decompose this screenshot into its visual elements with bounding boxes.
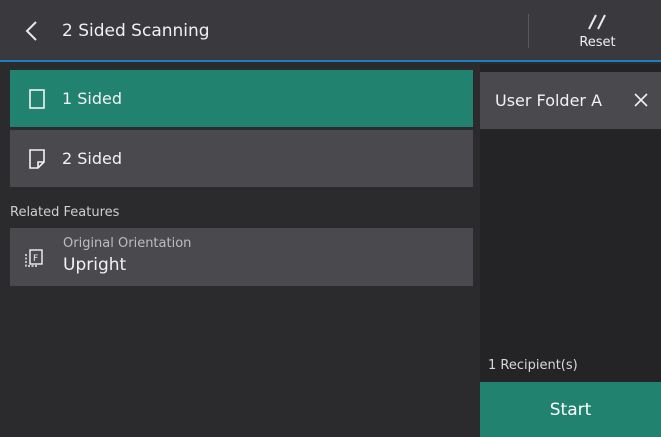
recipient-count: 1 Recipient(s) bbox=[488, 358, 578, 373]
feature-value: Upright bbox=[63, 255, 127, 275]
header-bar: 2 Sided Scanning Reset bbox=[0, 0, 661, 62]
reset-label: Reset bbox=[579, 34, 616, 50]
original-orientation-button[interactable]: F Original Orientation Upright bbox=[10, 228, 473, 286]
page-title: 2 Sided Scanning bbox=[62, 21, 210, 41]
back-button[interactable] bbox=[18, 18, 44, 44]
reset-button[interactable]: Reset bbox=[540, 6, 655, 56]
option-label: 1 Sided bbox=[62, 89, 123, 108]
start-button[interactable]: Start bbox=[480, 382, 661, 437]
double-slash-icon bbox=[587, 14, 606, 29]
page-icon bbox=[26, 88, 48, 110]
recipient-name: User Folder A bbox=[495, 91, 603, 110]
option-1-sided[interactable]: 1 Sided bbox=[10, 70, 473, 127]
option-label: 2 Sided bbox=[62, 149, 123, 168]
orientation-icon: F bbox=[24, 248, 46, 270]
options-panel: 1 Sided 2 Sided Related Features F Origi… bbox=[0, 64, 480, 437]
recipient-item[interactable]: User Folder A bbox=[480, 72, 661, 129]
related-features-heading: Related Features bbox=[10, 205, 120, 220]
feature-title: Original Orientation bbox=[63, 236, 192, 251]
header-divider bbox=[528, 14, 529, 48]
recipients-panel: User Folder A 1 Recipient(s) Start bbox=[480, 64, 661, 437]
close-icon bbox=[634, 93, 648, 107]
page-folded-icon bbox=[26, 148, 48, 170]
option-2-sided[interactable]: 2 Sided bbox=[10, 130, 473, 187]
remove-recipient-button[interactable] bbox=[629, 88, 653, 112]
svg-text:F: F bbox=[33, 254, 38, 264]
chevron-left-icon bbox=[25, 21, 37, 41]
